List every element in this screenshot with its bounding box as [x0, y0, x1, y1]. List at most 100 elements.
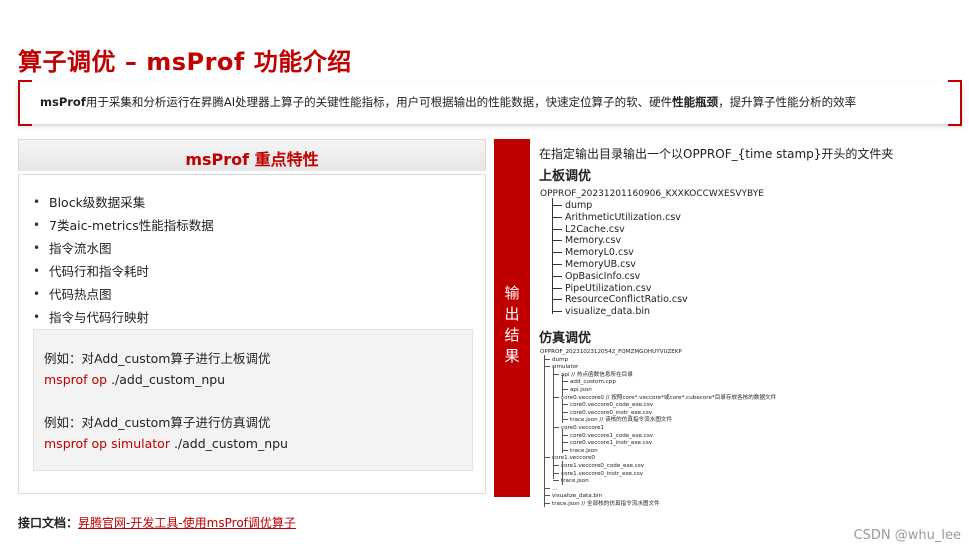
- corner-decoration: [948, 80, 962, 88]
- tree-node-label: ArithmeticUtilization.csv: [565, 211, 681, 223]
- tree-node: trace.json: [553, 478, 589, 486]
- tree-node-label: core0.veccore0_instr_exe.csv: [570, 409, 653, 416]
- api-doc-label: 接口文档：: [18, 516, 79, 530]
- tree-connector: [552, 287, 562, 289]
- tree-connector: [552, 216, 562, 218]
- tree-root: OPPROF_20231201160906_KXXKOCCWXESVYBYE: [540, 189, 764, 199]
- tree-connector: [552, 228, 562, 230]
- tree-node-label: trace.json: [570, 447, 598, 454]
- tree-node-label: core1.veccore0_instr_exe.csv: [561, 470, 644, 477]
- corner-decoration: [18, 118, 32, 126]
- tree-node-label: core1.veccore0_code_exe.csv: [561, 463, 645, 469]
- tree-node-label: core1.veccore0: [552, 455, 595, 462]
- tree-node: ArithmeticUtilization.csv: [552, 212, 681, 223]
- intro-lead: msProf: [40, 95, 86, 109]
- tree-node: add_custom.cpp: [562, 379, 616, 387]
- tree-node-label: OPPROF_20231023120542_FQMZMGOHUYVUZEKP: [540, 349, 682, 355]
- tree-node: core0.veccore1: [553, 425, 604, 433]
- tree-branch-line: [553, 367, 554, 479]
- tree-node-label: dump: [552, 356, 569, 363]
- command-name: msprof op: [44, 372, 108, 387]
- tree-node-label: api // 热点函数信息所在目录: [561, 371, 633, 378]
- tree-node: trace.json // 全部核的仿真指令流水图文件: [544, 501, 660, 509]
- corner-decoration: [948, 118, 962, 126]
- watermark: CSDN @whu_lee: [853, 528, 961, 543]
- tree-node-label: visualize_data.bin: [565, 306, 651, 318]
- tree-connector: [552, 240, 562, 242]
- tree-node: core0.veccore1_instr_exe.csv: [562, 440, 652, 448]
- feature-item: 7类aic-metrics性能指标数据: [33, 214, 214, 237]
- features-panel: Block级数据采集 7类aic-metrics性能指标数据 指令流水图 代码行…: [18, 174, 486, 494]
- output-description: 在指定输出目录输出一个以OPPROF_{time stamp}开头的文件夹: [539, 147, 894, 161]
- example-desc: 例如：对Add_custom算子进行仿真调优: [44, 415, 271, 430]
- tree-node: PipeUtilization.csv: [552, 283, 651, 294]
- tree-branch-line: [562, 375, 563, 397]
- api-doc-link[interactable]: 昇腾官网-开发工具-使用msProf调优算子: [78, 516, 296, 530]
- example-command: msprof op ./add_custom_npu: [44, 372, 225, 387]
- intro-text: msProf用于采集和分析运行在昇腾AI处理器上算子的关键性能指标，用户可根据输…: [40, 94, 856, 110]
- tree-node-label: PipeUtilization.csv: [565, 282, 652, 294]
- feature-item: 指令流水图: [33, 237, 214, 260]
- tree-node: core0.veccore1_code_exe.csv: [562, 433, 653, 441]
- tree-node-label: OpBasicInfo.csv: [565, 270, 641, 282]
- output-label-char: 果: [504, 347, 520, 365]
- intro-text-b: ，提升算子性能分析的效率: [718, 95, 857, 109]
- tree-node: core1.veccore0: [544, 455, 595, 463]
- tree-branch-line: [562, 429, 563, 453]
- tree-connector: [553, 480, 559, 482]
- tree-node: trace.json // 该核的仿真指令流水图文件: [562, 417, 672, 425]
- tree-node-label: trace.json: [561, 478, 589, 485]
- tree-node-label: simulator: [552, 364, 579, 371]
- tree-connector: [552, 205, 562, 206]
- tree-node: ...: [544, 486, 557, 494]
- tree-branch-line: [562, 399, 563, 423]
- tree-node-label: L2Cache.csv: [565, 223, 625, 235]
- output-label: 输出结果: [494, 283, 530, 367]
- api-doc-footer: 接口文档：昇腾官网-开发工具-使用msProf调优算子: [18, 514, 296, 531]
- tree-node-label: api.json: [570, 387, 592, 393]
- output-panel: 在指定输出目录输出一个以OPPROF_{time stamp}开头的文件夹 上板…: [530, 139, 962, 507]
- example-command: msprof op simulator ./add_custom_npu: [44, 436, 288, 451]
- corner-decoration: [18, 80, 32, 88]
- page-title: 算子调优 – msProf 功能介绍: [18, 48, 352, 76]
- feature-item: 代码行和指令耗时: [33, 260, 214, 283]
- tree-node: core0.veccore0 // 按照core*.veccore*或core*…: [553, 395, 776, 403]
- tree-node: MemoryL0.csv: [552, 247, 634, 258]
- tree-node-label: core0.veccore1_instr_exe.csv: [570, 440, 653, 447]
- tree-node-label: trace.json // 全部核的仿真指令流水图文件: [552, 501, 660, 507]
- tree-node: Memory.csv: [552, 235, 621, 246]
- sim-tuning-heading: 仿真调优: [539, 331, 592, 346]
- tree-node: core1.veccore0_instr_exe.csv: [553, 471, 643, 479]
- tree-node: api.json: [562, 387, 592, 395]
- tree-node-label: core0.veccore0 // 按照core*.veccore*或core*…: [561, 394, 777, 401]
- tree-node: MemoryUB.csv: [552, 259, 636, 270]
- tree-node: OpBasicInfo.csv: [552, 271, 640, 282]
- tree-node: visualize_data.bin: [552, 306, 650, 317]
- output-label-text: 输出结果: [494, 283, 530, 367]
- tree-node-label: ResourceConflictRatio.csv: [565, 294, 688, 306]
- intro-text-a: 用于采集和分析运行在昇腾AI处理器上算子的关键性能指标，用户可根据输出的性能数据…: [85, 95, 673, 109]
- tree-node: visualize_data.bin: [544, 493, 602, 501]
- intro-banner: msProf用于采集和分析运行在昇腾AI处理器上算子的关键性能指标，用户可根据输…: [18, 80, 962, 126]
- example-box: 例如：对Add_custom算子进行上板调优 msprof op ./add_c…: [33, 329, 473, 471]
- feature-item: 指令与代码行映射: [33, 306, 214, 329]
- tree-node: L2Cache.csv: [552, 224, 625, 235]
- command-args: ./add_custom_npu: [169, 436, 288, 451]
- tree-node-label: visualize_data.bin: [552, 493, 603, 500]
- output-label-char: 输: [504, 284, 520, 302]
- tree-node-label: core0.veccore1_code_exe.csv: [570, 432, 654, 439]
- tree-connector: [552, 311, 562, 313]
- features-heading: msProf 重点特性: [185, 150, 319, 169]
- tree-node: trace.json: [562, 448, 598, 456]
- tree-node: dump: [552, 200, 592, 211]
- command-args: ./add_custom_npu: [107, 372, 226, 387]
- tree-node: api // 热点函数信息所在目录: [553, 372, 633, 380]
- feature-item: 代码热点图: [33, 283, 214, 306]
- tree-node-label: MemoryUB.csv: [565, 259, 636, 270]
- tree-branch-line: [544, 355, 545, 507]
- feature-list: Block级数据采集 7类aic-metrics性能指标数据 指令流水图 代码行…: [33, 191, 214, 329]
- tree-node: simulator: [544, 364, 578, 372]
- tree-node-label: add_custom.cpp: [570, 379, 616, 386]
- output-label-char: 结: [504, 326, 520, 344]
- tree-node-label: trace.json // 该核的仿真指令流水图文件: [570, 417, 673, 424]
